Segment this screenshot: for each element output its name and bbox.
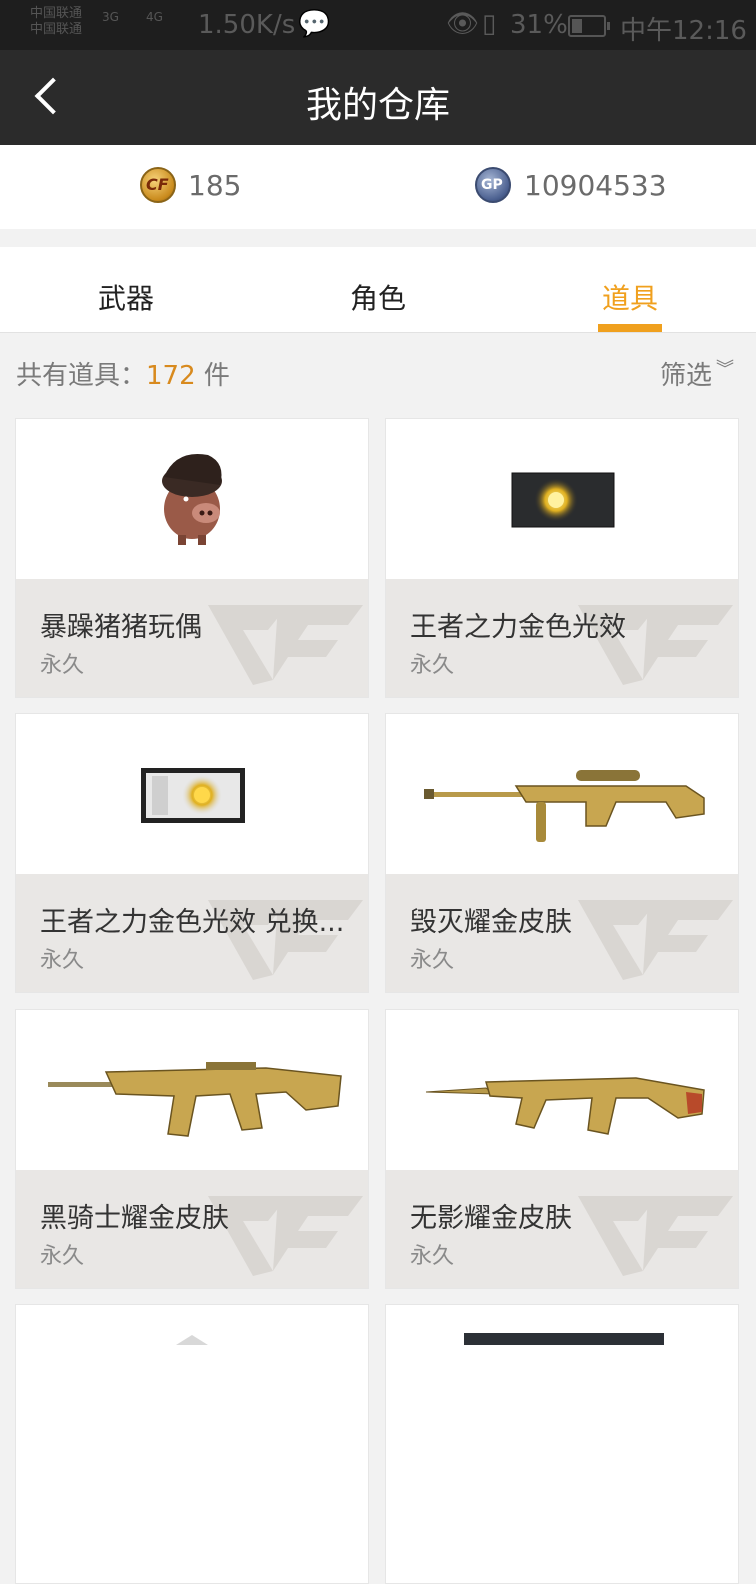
item-name: 王者之力金色光效 兑换... <box>40 907 345 938</box>
eye-icon: 👁 <box>446 9 480 39</box>
item-image <box>16 714 368 874</box>
cf-watermark-icon <box>578 1196 733 1276</box>
clock: 中午12:16 <box>620 16 747 46</box>
summary-prefix: 共有道具： <box>16 361 147 391</box>
battery-icon <box>568 15 610 37</box>
item-duration: 永久 <box>40 653 85 678</box>
item-info: 王者之力金色光效 兑换... 永久 <box>16 874 368 992</box>
signal-3g-label: 3G <box>102 10 119 24</box>
cf-watermark-icon <box>208 605 363 685</box>
item-info: 暴躁猪猪玩偶 永久 <box>16 579 368 697</box>
item-card[interactable]: 王者之力金色光效 永久 <box>385 418 739 698</box>
category-tabs: 武器 角色 道具 <box>0 247 756 333</box>
item-image <box>386 1010 738 1170</box>
item-name: 王者之力金色光效 <box>410 612 626 643</box>
item-image <box>386 419 738 579</box>
item-card[interactable] <box>15 1304 369 1584</box>
cf-coin-icon: CF <box>140 167 176 203</box>
status-bar: 中国联通 中国联通 3G 4G 1.50K/s 💬 👁 ▯ 31% 中午12:1… <box>0 0 756 50</box>
battery-percent: 31% <box>510 10 568 40</box>
ak-rifle-icon <box>425 1077 705 1135</box>
active-tab-indicator <box>598 324 662 332</box>
item-count-summary: 共有道具：172 件 <box>16 355 230 392</box>
net-speed: 1.50K/s <box>198 10 296 40</box>
signal-4g-label: 4G <box>146 10 163 24</box>
item-duration: 永久 <box>410 653 455 678</box>
item-info: 黑骑士耀金皮肤 永久 <box>16 1170 368 1288</box>
title-bar: 我的仓库 <box>0 50 756 145</box>
item-duration: 永久 <box>410 948 455 973</box>
carrier-2: 中国联通 <box>30 22 83 37</box>
item-name: 暴躁猪猪玩偶 <box>40 612 202 643</box>
item-card[interactable]: 无影耀金皮肤 永久 <box>385 1009 739 1289</box>
cf-points-value: 185 <box>188 169 242 202</box>
item-partial-icon <box>176 1335 208 1345</box>
item-card[interactable]: 王者之力金色光效 兑换... 永久 <box>15 713 369 993</box>
summary-suffix: 件 <box>195 361 230 391</box>
gold-effect-icon <box>511 472 615 528</box>
carrier-1: 中国联通 <box>30 6 83 21</box>
item-image <box>16 419 368 579</box>
tab-items[interactable]: 道具 <box>570 277 690 317</box>
item-card[interactable]: 毁灭耀金皮肤 永久 <box>385 713 739 993</box>
filter-label: 筛选 <box>660 361 713 391</box>
item-image <box>386 1305 738 1465</box>
item-duration: 永久 <box>410 1244 455 1269</box>
gp-coin-icon: GP <box>475 167 511 203</box>
item-duration: 永久 <box>40 1244 85 1269</box>
item-name: 毁灭耀金皮肤 <box>410 907 572 938</box>
filter-button[interactable]: 筛选 ︾ <box>660 355 734 392</box>
vibrate-icon: ▯ <box>482 9 497 39</box>
item-info: 王者之力金色光效 永久 <box>386 579 738 697</box>
cf-watermark-icon <box>578 900 733 980</box>
item-card[interactable]: 暴躁猪猪玩偶 永久 <box>15 418 369 698</box>
item-partial-icon <box>464 1333 664 1345</box>
page-title: 我的仓库 <box>305 85 450 126</box>
assault-rifle-icon <box>48 1062 342 1137</box>
carrier-labels: 中国联通 中国联通 <box>30 6 82 38</box>
item-card[interactable] <box>385 1304 739 1584</box>
item-card[interactable]: 黑骑士耀金皮肤 永久 <box>15 1009 369 1289</box>
item-name: 黑骑士耀金皮肤 <box>40 1203 229 1234</box>
gold-effect-ticket-icon <box>141 768 245 823</box>
item-info: 无影耀金皮肤 永久 <box>386 1170 738 1288</box>
tab-characters[interactable]: 角色 <box>318 277 438 317</box>
item-info: 毁灭耀金皮肤 永久 <box>386 874 738 992</box>
summary-count: 172 <box>146 361 196 391</box>
item-duration: 永久 <box>40 948 85 973</box>
gp-points-value: 10904533 <box>524 169 667 202</box>
item-image <box>16 1010 368 1170</box>
chevron-down-icon: ︾ <box>716 359 735 380</box>
message-icon: 💬 <box>298 9 331 39</box>
item-image <box>386 714 738 874</box>
currency-bar: CF 185 GP 10904533 <box>0 145 756 229</box>
item-name: 无影耀金皮肤 <box>410 1203 572 1234</box>
tab-weapons[interactable]: 武器 <box>66 277 186 317</box>
item-image <box>16 1305 368 1465</box>
sniper-rifle-icon <box>424 770 705 842</box>
pig-doll-icon <box>162 453 222 545</box>
